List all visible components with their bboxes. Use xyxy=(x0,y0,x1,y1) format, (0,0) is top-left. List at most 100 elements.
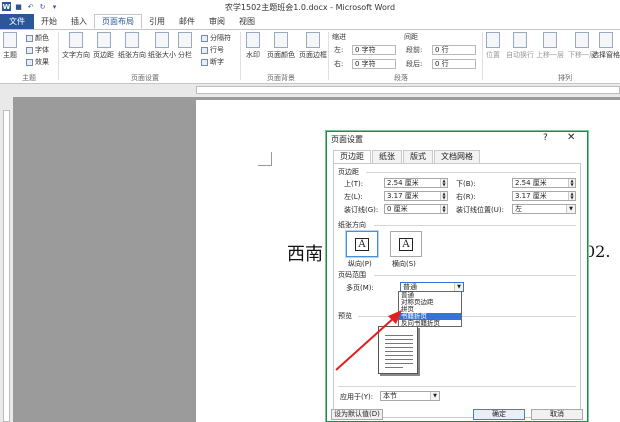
bring-forward-button[interactable]: 上移一层 xyxy=(536,32,564,60)
size-icon xyxy=(155,32,169,48)
top-margin-input[interactable]: 2.54 厘米 ▲ ▼ xyxy=(384,178,448,188)
effects-icon xyxy=(26,58,33,66)
page-setup-dialog: 页面设置 ? ✕ 页边距 纸张 版式 文档网格 页边距 上(T): 2.54 厘… xyxy=(326,131,588,422)
line-numbers-button[interactable]: 行号 xyxy=(201,45,224,55)
columns-button[interactable]: 分栏 xyxy=(178,32,192,60)
themes-button[interactable]: 主题 xyxy=(3,32,17,60)
document-text-left[interactable]: 西南 xyxy=(287,240,323,266)
ok-button[interactable]: 确定 xyxy=(473,409,525,420)
landscape-label: 横向(S) xyxy=(392,260,416,268)
margin-corner-mark xyxy=(258,152,272,166)
theme-effects-button[interactable]: 效果 xyxy=(26,57,49,67)
window-title: 农学1502主题班会1.0.docx - Microsoft Word xyxy=(224,3,396,12)
tab-review[interactable]: 审阅 xyxy=(202,14,232,29)
gutter-label: 装订线(G): xyxy=(344,206,379,214)
left-margin-input[interactable]: 3.17 厘米 ▲ ▼ xyxy=(384,191,448,201)
tab-layout[interactable]: 版式 xyxy=(403,150,433,163)
orientation-icon xyxy=(125,32,139,48)
gutter-position-label: 装订线位置(U): xyxy=(456,206,504,214)
landscape-button[interactable]: A xyxy=(390,231,422,257)
indent-right-label: 右: xyxy=(334,60,344,68)
spacing-after-label: 段后: xyxy=(406,60,423,68)
bottom-margin-input[interactable]: 2.54 厘米 ▲ ▼ xyxy=(512,178,576,188)
close-icon[interactable]: ✕ xyxy=(567,132,575,143)
ruler-track[interactable] xyxy=(196,86,620,94)
vertical-ruler-track[interactable] xyxy=(3,110,10,422)
help-icon[interactable]: ? xyxy=(543,133,548,143)
portrait-button[interactable]: A xyxy=(346,231,378,257)
bottom-margin-label: 下(B): xyxy=(456,180,476,188)
selection-pane-button[interactable]: 选择窗格 xyxy=(592,32,620,60)
spacing-after-input[interactable]: 0 行 xyxy=(432,59,476,69)
apply-to-select[interactable]: 本节 ▼ xyxy=(380,391,440,401)
spin-arrows-icon[interactable]: ▲ ▼ xyxy=(440,192,447,200)
document-text-right[interactable]: 02. xyxy=(585,242,610,261)
theme-colors-button[interactable]: 颜色 xyxy=(26,33,49,43)
gutter-input[interactable]: 0 厘米 ▲ ▼ xyxy=(384,204,448,214)
tab-paper[interactable]: 纸张 xyxy=(372,150,402,163)
cancel-button[interactable]: 取消 xyxy=(531,409,583,420)
position-button[interactable]: 位置 xyxy=(486,32,500,60)
text-direction-icon xyxy=(69,32,83,48)
gutter-position-select[interactable]: 左 ▼ xyxy=(512,204,576,214)
group-separator xyxy=(58,32,59,80)
tab-document-grid[interactable]: 文档网格 xyxy=(434,150,480,163)
wrap-text-icon xyxy=(513,32,527,48)
tab-view[interactable]: 视图 xyxy=(232,14,262,29)
spin-arrows-icon[interactable]: ▲ ▼ xyxy=(568,179,575,187)
tab-page-layout[interactable]: 页面布局 xyxy=(94,14,142,29)
tab-file[interactable]: 文件 xyxy=(0,14,34,29)
indent-right-input[interactable]: 0 字符 xyxy=(352,59,396,69)
chevron-down-icon: ▼ xyxy=(430,392,439,400)
left-margin-label: 左(L): xyxy=(344,193,363,201)
group-label-page-background: 页面背景 xyxy=(267,74,295,82)
page-borders-button[interactable]: 页面边框 xyxy=(299,32,327,60)
tab-mailings[interactable]: 邮件 xyxy=(172,14,202,29)
page-borders-icon xyxy=(306,32,320,48)
text-direction-button[interactable]: 文字方向 xyxy=(62,32,90,60)
margins-section-label: 页边距 xyxy=(338,168,359,176)
section-divider xyxy=(366,172,576,173)
group-separator xyxy=(240,32,241,80)
spin-arrows-icon[interactable]: ▲ ▼ xyxy=(440,205,447,213)
tab-insert[interactable]: 插入 xyxy=(64,14,94,29)
tab-home[interactable]: 开始 xyxy=(34,14,64,29)
size-button[interactable]: 纸张大小 xyxy=(148,32,176,60)
page-color-button[interactable]: 页面颜色 xyxy=(267,32,295,60)
columns-icon xyxy=(178,32,192,48)
spacing-before-input[interactable]: 0 行 xyxy=(432,45,476,55)
hyphenation-icon xyxy=(201,58,208,66)
ribbon-tabs: 文件 开始 插入 页面布局 引用 邮件 审阅 视图 xyxy=(0,14,620,29)
set-default-button[interactable]: 设为默认值(D) xyxy=(331,409,383,420)
selection-pane-icon xyxy=(599,32,613,48)
margins-button[interactable]: 页边距 xyxy=(93,32,114,60)
orientation-section-label: 纸张方向 xyxy=(338,221,366,229)
wrap-text-button[interactable]: 自动换行 xyxy=(506,32,534,60)
landscape-icon: A xyxy=(399,237,413,251)
dialog-tabs: 页边距 纸张 版式 文档网格 xyxy=(333,150,481,163)
hyphenation-button[interactable]: 断字 xyxy=(201,57,224,67)
watermark-button[interactable]: 水印 xyxy=(246,32,260,60)
tab-margins[interactable]: 页边距 xyxy=(333,150,371,163)
breaks-icon xyxy=(201,34,208,42)
indent-left-input[interactable]: 0 字符 xyxy=(352,45,396,55)
right-margin-input[interactable]: 3.17 厘米 ▲ ▼ xyxy=(512,191,576,201)
orientation-button[interactable]: 纸张方向 xyxy=(118,32,146,60)
margins-icon xyxy=(96,32,111,48)
colors-icon xyxy=(26,34,33,42)
fonts-icon xyxy=(26,46,33,54)
apply-to-label: 应用于(Y): xyxy=(340,393,374,401)
spin-arrows-icon[interactable]: ▲ ▼ xyxy=(568,192,575,200)
theme-fonts-button[interactable]: 字体 xyxy=(26,45,49,55)
section-divider xyxy=(374,225,576,226)
pages-section-label: 页码范围 xyxy=(338,271,366,279)
group-label-arrange: 排列 xyxy=(558,74,572,82)
watermark-icon xyxy=(246,32,260,48)
right-margin-label: 右(R): xyxy=(456,193,476,201)
group-label-page-setup: 页面设置 xyxy=(131,74,159,82)
multiple-pages-label: 多页(M): xyxy=(346,284,374,292)
group-label-paragraph: 段落 xyxy=(394,74,408,82)
tab-references[interactable]: 引用 xyxy=(142,14,172,29)
breaks-button[interactable]: 分隔符 xyxy=(201,33,231,43)
spin-arrows-icon[interactable]: ▲ ▼ xyxy=(440,179,447,187)
